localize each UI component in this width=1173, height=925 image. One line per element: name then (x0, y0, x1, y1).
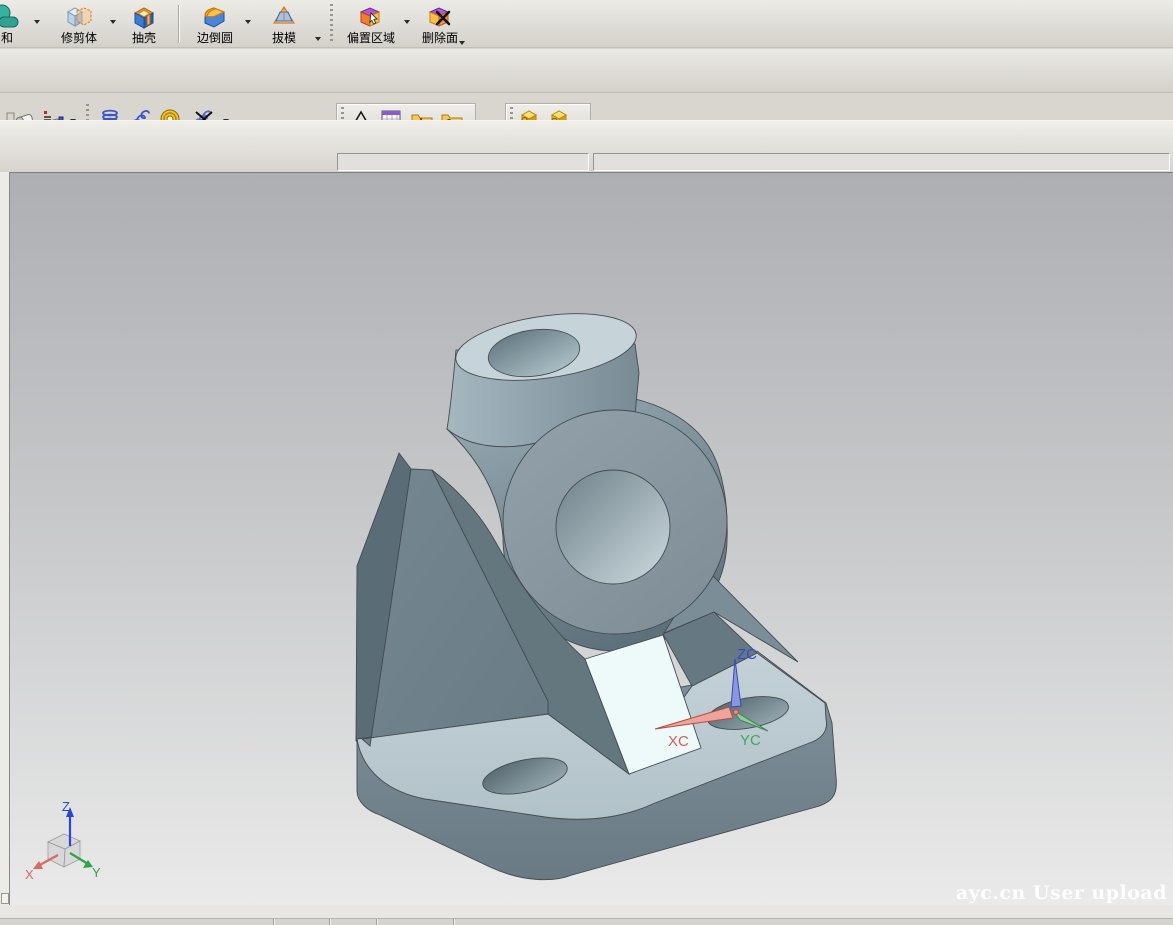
offset-region-button[interactable]: 偏置区域 (338, 3, 404, 47)
trim-body-dropdown-arrow[interactable] (110, 20, 116, 24)
shell-label: 抽壳 (132, 31, 156, 45)
draft-label: 拔模 (272, 31, 296, 45)
resource-bar-edge[interactable] (0, 172, 10, 905)
wcs-y-label: YC (740, 732, 761, 749)
watermark: ayc.cn User upload (956, 882, 1167, 904)
toolbar-separator (178, 5, 180, 43)
status-field-divider (453, 919, 454, 925)
offset-region-label: 偏置区域 (347, 31, 395, 45)
unite-button[interactable]: 和 (0, 3, 32, 47)
delete-face-label: 删除面 (422, 31, 458, 45)
wcs-z-label: ZC (737, 646, 757, 663)
view-y-label: Y (92, 865, 101, 880)
trim-body-button[interactable]: 修剪体 (46, 3, 112, 47)
bracket-model[interactable] (356, 304, 836, 880)
toolbar-tools (0, 49, 1173, 93)
shell-icon (131, 3, 157, 30)
toolbar-dock: 和 修剪体 (0, 0, 1173, 172)
model-scene[interactable]: ZC XC YC Z X Y (10, 173, 1173, 906)
shell-button[interactable]: 抽壳 (120, 3, 168, 47)
view-triad[interactable]: Z X Y (25, 799, 101, 882)
prompt-bar (337, 153, 589, 171)
unite-dropdown-arrow[interactable] (34, 20, 40, 24)
draft-icon (271, 3, 297, 30)
status-prompt-bar (593, 153, 1170, 171)
unite-icon (0, 3, 20, 30)
trim-body-label: 修剪体 (61, 31, 97, 45)
view-z-label: Z (62, 799, 70, 814)
status-bar (0, 905, 1173, 925)
edge-blend-dropdown-arrow[interactable] (245, 20, 251, 24)
edge-blend-button[interactable]: 边倒圆 (186, 3, 244, 47)
resource-bar-corner (1, 893, 9, 904)
unite-label: 和 (1, 31, 13, 45)
draft-button[interactable]: 拔模 (258, 3, 310, 47)
view-x-label: X (25, 867, 34, 882)
status-field-divider (376, 919, 377, 925)
nx-cad-window: { "window": { "app": "NX CAD modeling se… (0, 0, 1173, 925)
face-group-dropdown-arrow[interactable] (459, 41, 465, 45)
delete-face-icon (426, 3, 454, 30)
toolbar-grip[interactable] (330, 4, 333, 44)
edge-blend-label: 边倒圆 (197, 31, 233, 45)
wcs-origin[interactable] (734, 710, 739, 715)
status-bar-fields (0, 918, 1173, 925)
status-field-divider (329, 919, 330, 925)
edge-blend-icon (202, 3, 228, 30)
blend-group-dropdown-arrow[interactable] (315, 37, 321, 41)
offset-region-icon (357, 3, 385, 30)
wcs-x-label: XC (668, 733, 689, 750)
status-field-divider (273, 919, 274, 925)
trim-body-icon (66, 3, 93, 30)
toolbar-snap (0, 120, 1173, 172)
cylinder-bore[interactable] (556, 470, 670, 584)
graphics-window[interactable]: ZC XC YC Z X Y ayc.cn User upload (10, 172, 1173, 905)
toolbar-features: 和 修剪体 (0, 0, 1173, 48)
